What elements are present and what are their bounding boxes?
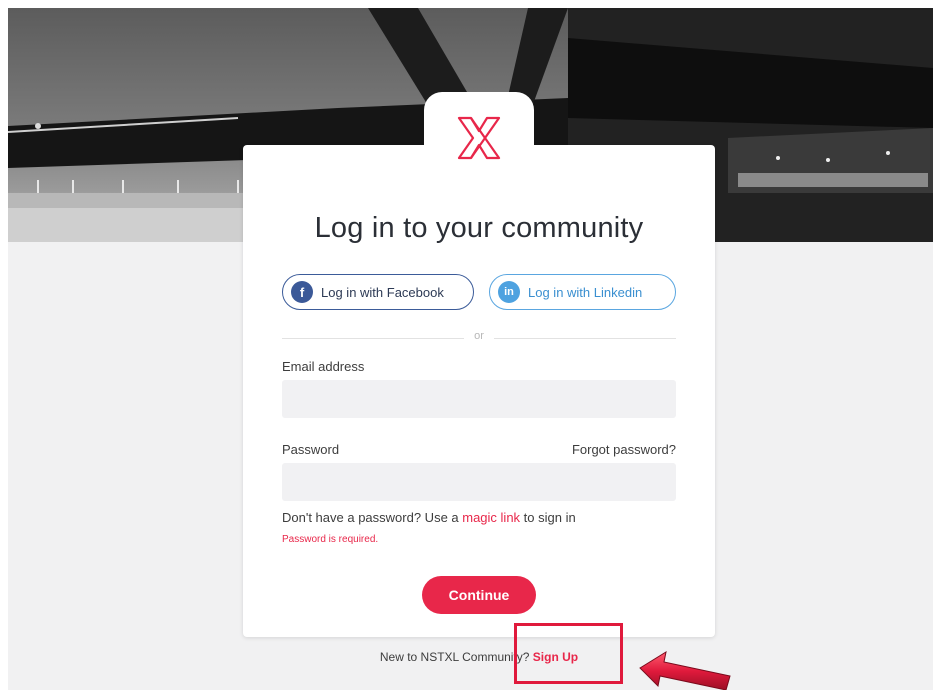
magic-link-text: Don't have a password? Use a magic link … xyxy=(282,510,576,525)
password-field[interactable] xyxy=(282,463,676,501)
forgot-password-link[interactable]: Forgot password? xyxy=(572,442,676,457)
magic-link-suffix: to sign in xyxy=(520,510,576,525)
email-label: Email address xyxy=(282,359,365,374)
facebook-login-button[interactable]: f Log in with Facebook xyxy=(282,274,474,310)
page-title: Log in to your community xyxy=(314,212,644,244)
continue-button[interactable]: Continue xyxy=(422,576,536,614)
linkedin-login-label: Log in with Linkedin xyxy=(528,284,643,300)
divider-text: or xyxy=(474,330,484,342)
password-label: Password xyxy=(282,442,340,457)
facebook-login-label: Log in with Facebook xyxy=(321,284,444,300)
divider-line-right xyxy=(494,338,676,339)
email-field[interactable] xyxy=(282,380,676,418)
password-error-message: Password is required. xyxy=(282,534,379,545)
signup-prompt-text: New to NSTXL Community? xyxy=(379,650,533,664)
x-logo-icon xyxy=(457,116,501,160)
linkedin-icon: in xyxy=(498,281,520,303)
linkedin-login-button[interactable]: in Log in with Linkedin xyxy=(489,274,676,310)
magic-link-prefix: Don't have a password? Use a xyxy=(282,510,463,525)
or-divider: or xyxy=(282,330,676,346)
login-page: Log in to your community f Log in with F… xyxy=(0,0,933,690)
magic-link[interactable]: magic link xyxy=(462,510,520,525)
facebook-icon: f xyxy=(291,281,313,303)
annotation-highlight-box xyxy=(514,623,623,684)
annotation-arrow-icon xyxy=(639,650,731,690)
logo-tab xyxy=(424,92,534,172)
